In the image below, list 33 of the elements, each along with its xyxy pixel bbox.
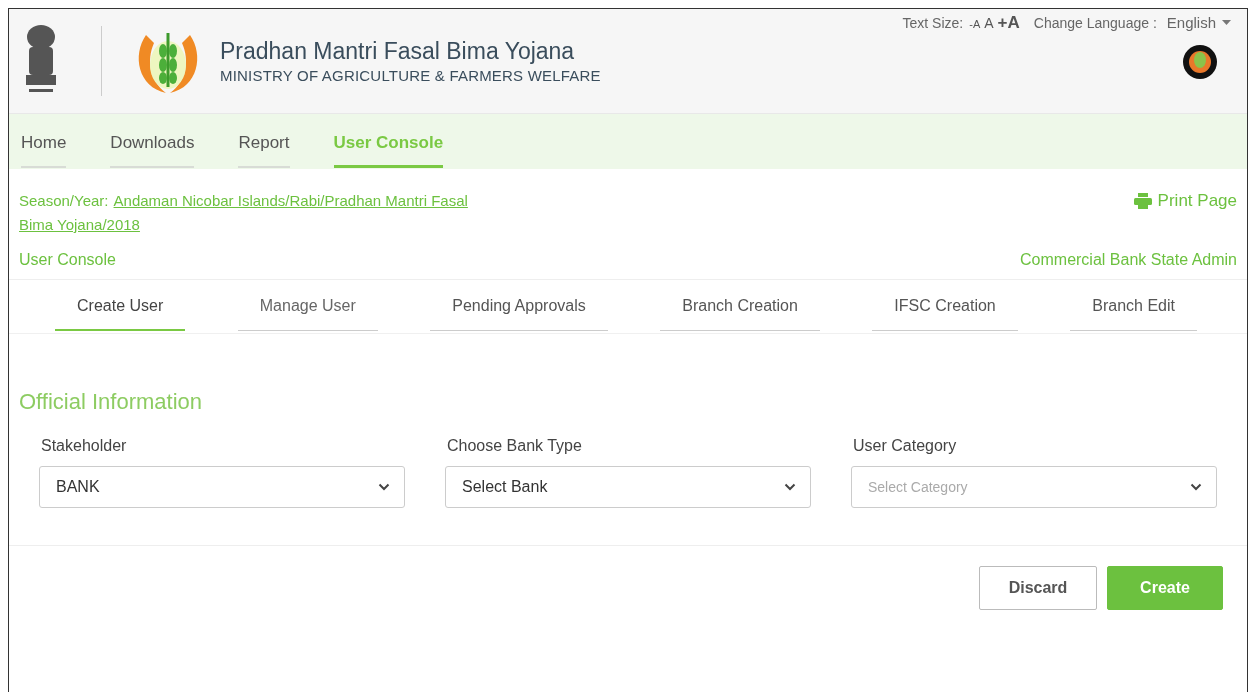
crop-badge-icon — [1183, 45, 1217, 79]
text-size-link[interactable]: -A — [969, 18, 981, 30]
chevron-down-icon — [378, 483, 390, 491]
field-label: Choose Bank Type — [447, 437, 583, 455]
field-label: User Category — [853, 437, 958, 455]
caret-icon — [1222, 20, 1231, 25]
tab[interactable]: Branch Creation — [660, 280, 820, 331]
text-size-link[interactable]: +A — [997, 13, 1020, 33]
chevron-down-icon — [784, 483, 796, 491]
discard-button[interactable]: Discard — [979, 566, 1097, 610]
section-title: Official Information — [19, 389, 203, 415]
text-size-link[interactable]: A — [984, 15, 994, 31]
nav-tab[interactable]: Report — [238, 114, 290, 168]
tab[interactable]: IFSC Creation — [872, 280, 1018, 331]
tab[interactable]: Branch Edit — [1070, 280, 1197, 331]
page-label: User Console — [19, 251, 116, 269]
site-subtitle: MINISTRY OF AGRICULTURE & FARMERS WELFARE — [220, 67, 602, 84]
site-title: Pradhan Mantri Fasal Bima Yojana — [220, 38, 576, 65]
language-label: Change Language : — [1033, 15, 1157, 31]
language-dropdown[interactable]: English — [1162, 14, 1237, 31]
tab[interactable]: Manage User — [237, 280, 378, 331]
season-label: Season/Year: — [19, 191, 109, 211]
printer-icon — [1133, 193, 1152, 209]
role-label: Commercial Bank State Admin — [1020, 251, 1237, 269]
select-field[interactable]: BANK — [39, 466, 405, 508]
select-field[interactable]: Select Bank — [445, 466, 811, 508]
field-label: Stakeholder — [41, 437, 128, 455]
tab[interactable]: Pending Approvals — [430, 280, 608, 331]
tab[interactable]: Create User — [55, 280, 186, 331]
nav-tab[interactable]: Downloads — [110, 114, 195, 168]
chevron-down-icon — [1190, 483, 1202, 491]
text-size-label: Text Size: — [902, 15, 964, 31]
nav-tab[interactable]: Home — [21, 114, 67, 168]
